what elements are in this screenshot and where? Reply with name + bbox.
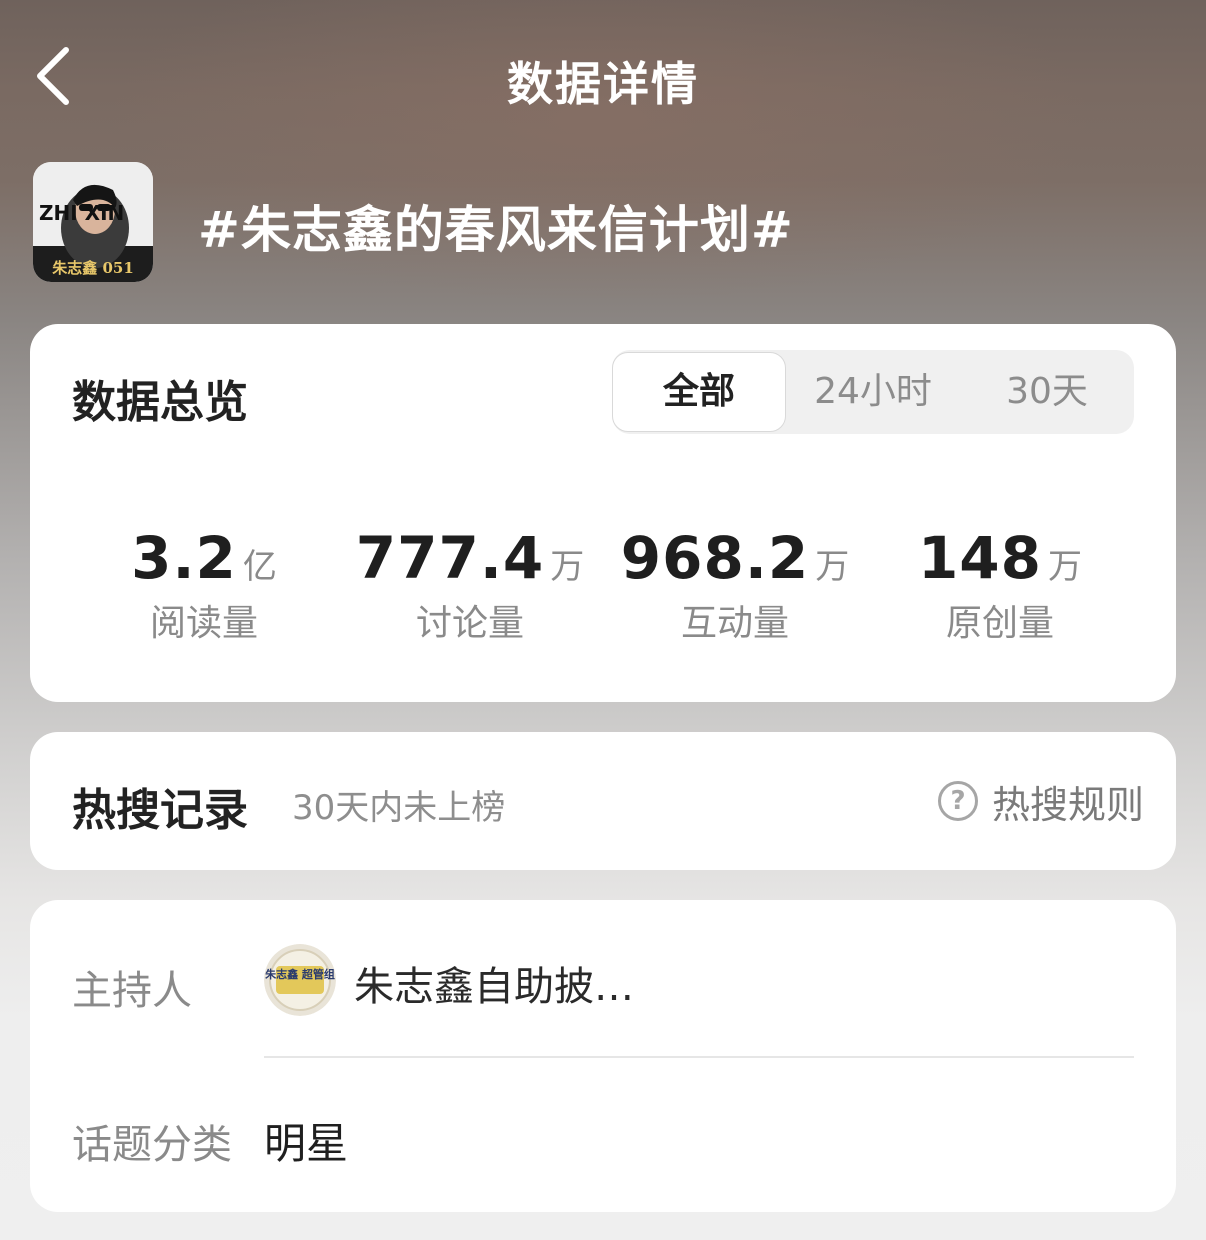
stat-unit: 亿 — [242, 547, 277, 587]
stat-label: 讨论量 — [415, 603, 524, 644]
category-label: 话题分类 — [72, 1122, 232, 1168]
topic-avatar[interactable]: ZHI XIN 朱志鑫 051 — [33, 162, 153, 282]
topic-avatar-image: ZHI XIN 朱志鑫 051 — [33, 162, 153, 282]
hot-search-title: 热搜记录 — [72, 785, 248, 836]
tab-24h[interactable]: 24小时 — [786, 350, 960, 434]
stat-originals: 148 万 原创量 — [870, 524, 1130, 646]
overview-title: 数据总览 — [72, 377, 248, 428]
hot-search-status: 30天内未上榜 — [292, 788, 506, 828]
host-label: 主持人 — [72, 968, 192, 1014]
stat-unit: 万 — [550, 547, 585, 587]
topic-avatar-logo: ZHI XIN — [39, 201, 124, 225]
host-avatar[interactable]: 朱志鑫 超管组 — [264, 944, 336, 1016]
host-name[interactable]: 朱志鑫自助披… — [354, 954, 634, 1012]
divider — [264, 1056, 1134, 1058]
stat-value: 968.2 — [620, 524, 810, 592]
stat-interactions: 968.2 万 互动量 — [605, 524, 865, 646]
stat-label: 阅读量 — [149, 603, 258, 644]
stat-reads: 3.2 亿 阅读量 — [74, 524, 334, 646]
stat-label: 原创量 — [945, 603, 1054, 644]
stat-discussions: 777.4 万 讨论量 — [340, 524, 600, 646]
stat-value: 148 — [917, 524, 1043, 592]
hot-search-rules-label: 热搜规则 — [991, 782, 1144, 827]
host-avatar-text: 朱志鑫 超管组 — [264, 967, 335, 981]
overview-card: 数据总览 全部 24小时 30天 3.2 亿 阅读量 777.4 万 讨论量 968… — [30, 324, 1176, 702]
time-range-segmented-control: 全部 24小时 30天 — [612, 350, 1134, 434]
category-value: 明星 — [264, 1119, 349, 1168]
tab-30d[interactable]: 30天 — [960, 350, 1134, 434]
question-circle-icon: ? — [937, 781, 978, 821]
hot-search-card: 热搜记录 30天内未上榜 ? 热搜规则 — [30, 732, 1176, 870]
topic-title: #朱志鑫的春风来信计划# — [198, 201, 794, 259]
navigation-bar: 数据详情 — [0, 30, 1206, 126]
stat-value: 3.2 — [131, 524, 237, 592]
stat-unit: 万 — [815, 547, 850, 587]
host-avatar-image: 朱志鑫 超管组 — [264, 944, 336, 1016]
stat-unit: 万 — [1048, 547, 1083, 587]
hot-search-rules-link[interactable]: ? 热搜规则 — [937, 776, 1144, 827]
page-title: 数据详情 — [507, 57, 699, 111]
stat-label: 互动量 — [680, 603, 789, 644]
stat-value: 777.4 — [355, 524, 545, 592]
topic-avatar-caption: 朱志鑫 051 — [52, 259, 134, 277]
topic-header: ZHI XIN 朱志鑫 051 #朱志鑫的春风来信计划# — [33, 162, 1173, 282]
topic-info-card: 主持人 朱志鑫 超管组 朱志鑫自助披… 话题分类 明星 — [30, 900, 1176, 1212]
tab-all[interactable]: 全部 — [612, 352, 786, 432]
